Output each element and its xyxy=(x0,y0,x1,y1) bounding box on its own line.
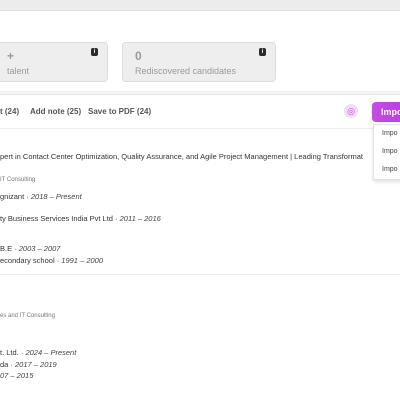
results-panel: t (24) Add note (25) Save to PDF (24) ◎ … xyxy=(0,94,400,401)
job-company: t. Ltd. xyxy=(0,348,19,357)
import-button[interactable]: Impo xyxy=(372,102,400,122)
talent-stat-card[interactable]: + talent i xyxy=(0,42,108,82)
rediscovered-label: Rediscovered candidates xyxy=(135,66,237,76)
top-band xyxy=(0,0,400,11)
education-period: 2003 – 2007 xyxy=(18,244,61,253)
job-period: 2024 – Present xyxy=(25,348,77,357)
info-icon[interactable]: i xyxy=(91,48,98,56)
job-period: 07 – 2015 xyxy=(0,371,34,380)
job-entry: ty Business Services India Pvt Ltd · 201… xyxy=(0,214,161,223)
candidate-headline[interactable]: pert in Contact Center Optimization, Qua… xyxy=(0,152,363,161)
candidate-industry: es and IT Consulting xyxy=(0,313,55,319)
candidate-industry: IT Consulting xyxy=(0,177,36,183)
job-period: 2011 – 2016 xyxy=(119,214,161,223)
import-menu-item[interactable]: Impo xyxy=(382,148,398,155)
job-company: da xyxy=(0,360,9,369)
job-period: 2018 – Present xyxy=(30,192,82,201)
talent-count: + xyxy=(7,49,15,63)
education-school: B.E xyxy=(0,244,13,253)
job-entry: gnizant · 2018 – Present xyxy=(0,192,82,201)
fingerprint-icon[interactable]: ◎ xyxy=(344,104,358,118)
job-entry: t. Ltd. · 2024 – Present xyxy=(0,348,77,357)
education-school: econdary school xyxy=(0,256,55,265)
rediscovered-stat-card[interactable]: 0 Rediscovered candidates i xyxy=(122,42,276,82)
info-icon[interactable]: i xyxy=(259,48,266,56)
rediscovered-count: 0 xyxy=(135,49,142,63)
candidate-divider xyxy=(0,274,400,275)
import-menu-item[interactable]: Impo xyxy=(382,166,398,173)
add-note-button[interactable]: Add note (25) xyxy=(30,107,81,116)
job-company: ty Business Services India Pvt Ltd xyxy=(0,214,113,223)
save-to-pdf-button[interactable]: Save to PDF (24) xyxy=(88,107,151,116)
bulk-action-button[interactable]: t (24) xyxy=(0,107,19,116)
import-menu-item[interactable]: Impo xyxy=(382,130,398,137)
education-period: 1991 – 2000 xyxy=(61,256,104,265)
education-entry: B.E · 2003 – 2007 xyxy=(0,244,61,253)
job-company: gnizant xyxy=(0,192,25,201)
job-entry: da · 2017 – 2019 xyxy=(0,360,57,369)
talent-label: talent xyxy=(7,66,30,76)
job-period: 2017 – 2019 xyxy=(15,360,57,369)
education-entry: econdary school · 1991 – 2000 xyxy=(0,256,104,265)
bulk-action-toolbar: t (24) Add note (25) Save to PDF (24) ◎ … xyxy=(0,95,400,129)
import-dropdown-menu: Impo Impo Impo xyxy=(373,124,400,180)
